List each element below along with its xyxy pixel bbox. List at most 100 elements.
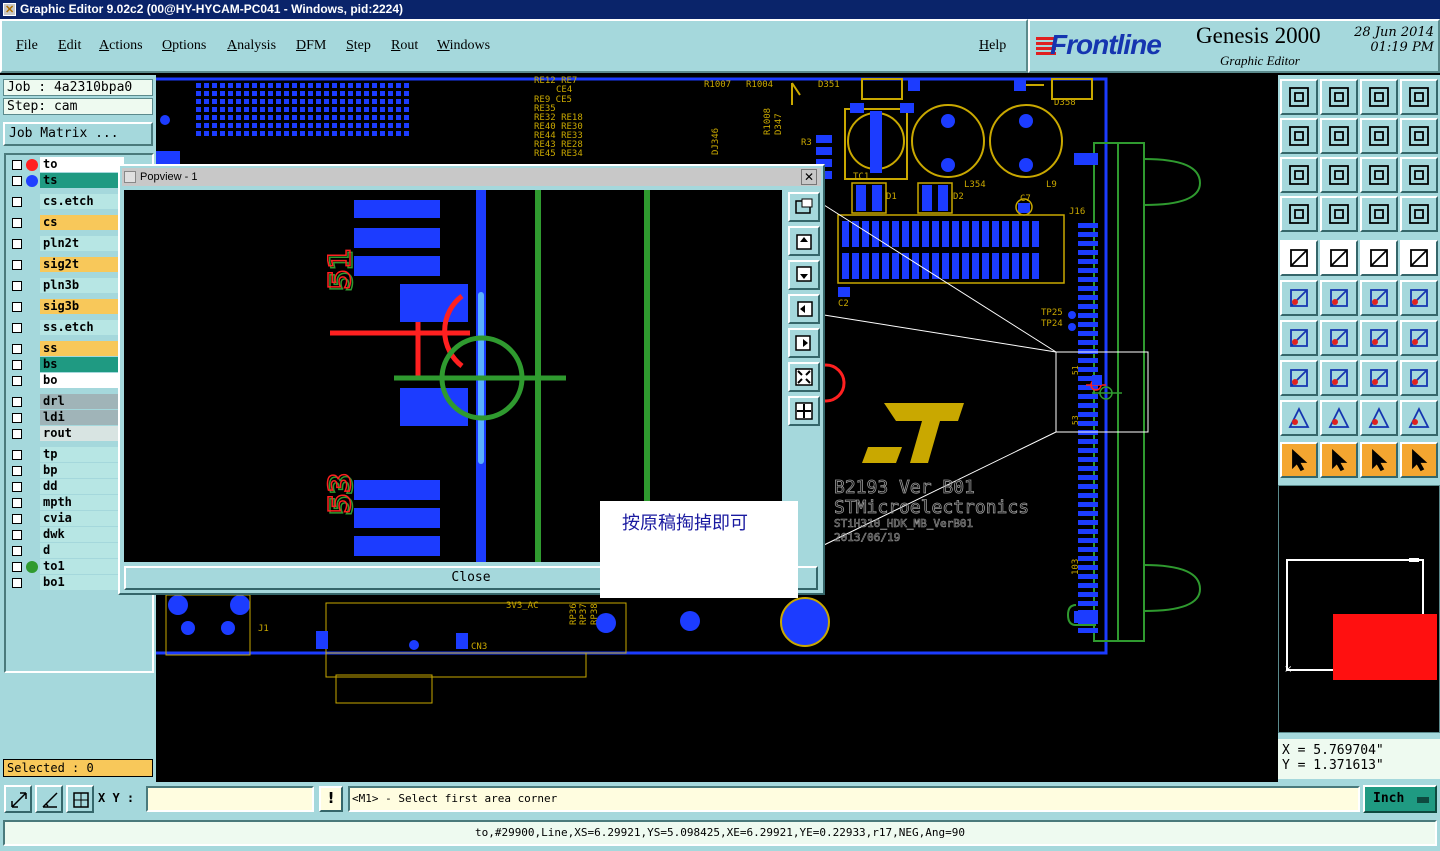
popview-pan-up-button[interactable] [788, 226, 820, 256]
layer-name[interactable]: cvia [40, 511, 124, 526]
menu-options[interactable]: Options [162, 38, 206, 54]
arc-tool-button[interactable] [1360, 320, 1398, 356]
measure-button[interactable] [35, 785, 63, 813]
layer-checkbox[interactable] [12, 344, 22, 354]
layer-checkbox[interactable] [12, 413, 22, 423]
layer-name[interactable]: cs [40, 215, 124, 230]
fit-sheet-button[interactable] [1280, 79, 1318, 115]
menu-actions[interactable]: Actions [99, 38, 143, 54]
menu-edit[interactable]: Edit [58, 38, 81, 54]
layer-name[interactable]: pln2t [40, 236, 124, 251]
layer-name[interactable]: to1 [40, 559, 124, 574]
text-tool-button[interactable] [1400, 320, 1438, 356]
xy-input[interactable] [146, 786, 314, 812]
popview-pan-down-button[interactable] [788, 260, 820, 290]
line-tool-button[interactable] [1320, 320, 1358, 356]
layer-name[interactable]: d [40, 543, 124, 558]
popview-close-icon[interactable]: ✕ [801, 169, 817, 185]
layer-checkbox[interactable] [12, 302, 22, 312]
popview-zoom-in-button[interactable] [788, 362, 820, 392]
unit-selector[interactable]: Inch [1363, 785, 1437, 813]
resize-triangle-button[interactable] [1360, 400, 1398, 436]
layer-checkbox[interactable] [12, 260, 22, 270]
add-feature-button[interactable] [1280, 240, 1318, 276]
layer-checkbox[interactable] [12, 546, 22, 556]
fit-step-button[interactable] [1320, 79, 1358, 115]
select-net-button[interactable] [1360, 280, 1398, 316]
layer-checkbox[interactable] [12, 562, 22, 572]
layer-checkbox[interactable] [12, 239, 22, 249]
layer-checkbox[interactable] [12, 176, 22, 186]
select-box-button[interactable] [1400, 240, 1438, 276]
layer-name[interactable]: dwk [40, 527, 124, 542]
menu-analysis[interactable]: Analysis [227, 38, 276, 54]
menu-windows[interactable]: Windows [437, 38, 490, 54]
layer-name[interactable]: cs.etch [40, 194, 124, 209]
pointer-box-button[interactable] [1320, 442, 1358, 478]
layer-checkbox[interactable] [12, 397, 22, 407]
layer-name[interactable]: to [40, 157, 124, 172]
menu-step[interactable]: Step [346, 38, 371, 54]
layer-name[interactable]: bo [40, 373, 124, 388]
layer-name[interactable]: mpth [40, 495, 124, 510]
one-to-one-button[interactable] [1360, 157, 1398, 193]
reshape-triangle-button[interactable] [1400, 400, 1438, 436]
alert-button[interactable]: ! [319, 786, 343, 812]
pointer-net-button[interactable] [1400, 442, 1438, 478]
layer-checkbox[interactable] [12, 429, 22, 439]
select-cross-button[interactable] [1320, 280, 1358, 316]
layer-name[interactable]: bs [40, 357, 124, 372]
layer-name[interactable]: ss.etch [40, 320, 124, 335]
layer-checkbox[interactable] [12, 281, 22, 291]
layer-checkbox[interactable] [12, 482, 22, 492]
layer-checkbox[interactable] [12, 160, 22, 170]
layer-checkbox[interactable] [12, 530, 22, 540]
snap-button[interactable] [4, 785, 32, 813]
rotate-view-button[interactable] [1400, 118, 1438, 154]
layer-checkbox[interactable] [12, 498, 22, 508]
mirror-view-button[interactable] [1360, 118, 1398, 154]
copy-triangle-button[interactable] [1320, 400, 1358, 436]
layer-display-button[interactable] [1360, 196, 1398, 232]
layer-checkbox[interactable] [12, 450, 22, 460]
popview-fit-button[interactable] [788, 192, 820, 222]
layer-checkbox[interactable] [12, 514, 22, 524]
delete-triangle-button[interactable] [1280, 400, 1318, 436]
ruler-button[interactable] [1360, 240, 1398, 276]
measure-tool-button[interactable] [1360, 360, 1398, 396]
pan-center-button[interactable] [1280, 157, 1318, 193]
layer-name[interactable]: sig2t [40, 257, 124, 272]
draw-line-button[interactable] [1320, 240, 1358, 276]
grid-toggle-button[interactable] [1320, 196, 1358, 232]
snap-settings-button[interactable] [1280, 196, 1318, 232]
grid-button[interactable] [66, 785, 94, 813]
menu-rout[interactable]: Rout [391, 38, 418, 54]
pointer-select-button[interactable] [1360, 442, 1398, 478]
layer-name[interactable]: dd [40, 479, 124, 494]
layer-checkbox[interactable] [12, 197, 22, 207]
zoom-box-button[interactable] [1400, 79, 1438, 115]
angle-tool-button[interactable] [1280, 320, 1318, 356]
zoom-in-button[interactable] [1280, 118, 1318, 154]
layer-checkbox[interactable] [12, 323, 22, 333]
home-view-button[interactable] [1360, 79, 1398, 115]
menu-help[interactable]: Help [979, 38, 1006, 54]
layer-name[interactable]: rout [40, 426, 124, 441]
move-feature-button[interactable] [1400, 280, 1438, 316]
pan-all-button[interactable] [1320, 157, 1358, 193]
layer-name[interactable]: bp [40, 463, 124, 478]
layer-checkbox[interactable] [12, 218, 22, 228]
pad-tool-button[interactable] [1280, 360, 1318, 396]
surface-tool-button[interactable] [1400, 360, 1438, 396]
layer-highlight-button[interactable] [1400, 196, 1438, 232]
menu-dfm[interactable]: DFM [296, 38, 326, 54]
pointer-button[interactable] [1280, 442, 1318, 478]
layer-name[interactable]: ss [40, 341, 124, 356]
layer-checkbox[interactable] [12, 360, 22, 370]
board-overview[interactable]: × [1278, 485, 1440, 733]
layer-name[interactable]: sig3b [40, 299, 124, 314]
menu-file[interactable]: File [16, 38, 38, 54]
layer-checkbox[interactable] [12, 578, 22, 588]
slot-tool-button[interactable] [1320, 360, 1358, 396]
popview-pan-right-button[interactable] [788, 328, 820, 358]
